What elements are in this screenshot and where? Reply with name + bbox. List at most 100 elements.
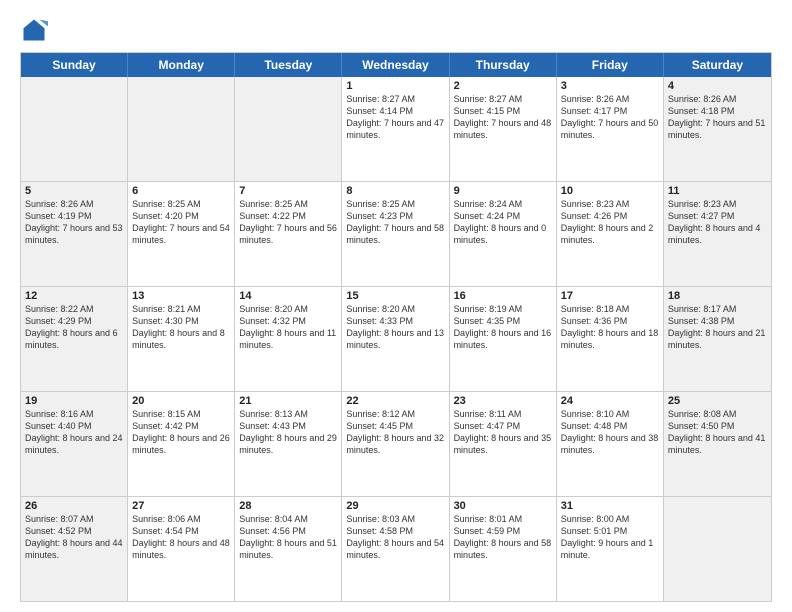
calendar-row-4: 26Sunrise: 8:07 AM Sunset: 4:52 PM Dayli… [21,496,771,601]
calendar-cell: 21Sunrise: 8:13 AM Sunset: 4:43 PM Dayli… [235,392,342,496]
cell-text: Sunrise: 8:01 AM Sunset: 4:59 PM Dayligh… [454,513,552,562]
cell-text: Sunrise: 8:23 AM Sunset: 4:26 PM Dayligh… [561,198,659,247]
cell-date: 11 [668,185,767,197]
calendar-cell: 26Sunrise: 8:07 AM Sunset: 4:52 PM Dayli… [21,497,128,601]
header-day-monday: Monday [128,53,235,77]
calendar-cell: 18Sunrise: 8:17 AM Sunset: 4:38 PM Dayli… [664,287,771,391]
cell-date: 25 [668,395,767,407]
cell-text: Sunrise: 8:21 AM Sunset: 4:30 PM Dayligh… [132,303,230,352]
calendar-cell: 5Sunrise: 8:26 AM Sunset: 4:19 PM Daylig… [21,182,128,286]
calendar-row-3: 19Sunrise: 8:16 AM Sunset: 4:40 PM Dayli… [21,391,771,496]
header-day-saturday: Saturday [664,53,771,77]
cell-text: Sunrise: 8:25 AM Sunset: 4:23 PM Dayligh… [346,198,444,247]
calendar-row-2: 12Sunrise: 8:22 AM Sunset: 4:29 PM Dayli… [21,286,771,391]
header-day-friday: Friday [557,53,664,77]
calendar-header: SundayMondayTuesdayWednesdayThursdayFrid… [21,53,771,77]
cell-text: Sunrise: 8:26 AM Sunset: 4:19 PM Dayligh… [25,198,123,247]
cell-date: 7 [239,185,337,197]
cell-date: 6 [132,185,230,197]
cell-text: Sunrise: 8:25 AM Sunset: 4:20 PM Dayligh… [132,198,230,247]
cell-date: 29 [346,500,444,512]
calendar-cell [21,77,128,181]
cell-text: Sunrise: 8:04 AM Sunset: 4:56 PM Dayligh… [239,513,337,562]
cell-date: 30 [454,500,552,512]
calendar-cell [128,77,235,181]
logo [20,16,52,44]
cell-date: 13 [132,290,230,302]
calendar-cell: 2Sunrise: 8:27 AM Sunset: 4:15 PM Daylig… [450,77,557,181]
calendar-cell: 10Sunrise: 8:23 AM Sunset: 4:26 PM Dayli… [557,182,664,286]
calendar-cell: 22Sunrise: 8:12 AM Sunset: 4:45 PM Dayli… [342,392,449,496]
cell-text: Sunrise: 8:19 AM Sunset: 4:35 PM Dayligh… [454,303,552,352]
calendar-cell: 7Sunrise: 8:25 AM Sunset: 4:22 PM Daylig… [235,182,342,286]
cell-text: Sunrise: 8:20 AM Sunset: 4:32 PM Dayligh… [239,303,337,352]
cell-date: 16 [454,290,552,302]
header-day-wednesday: Wednesday [342,53,449,77]
cell-text: Sunrise: 8:26 AM Sunset: 4:18 PM Dayligh… [668,93,767,142]
header-day-tuesday: Tuesday [235,53,342,77]
cell-text: Sunrise: 8:26 AM Sunset: 4:17 PM Dayligh… [561,93,659,142]
cell-text: Sunrise: 8:13 AM Sunset: 4:43 PM Dayligh… [239,408,337,457]
calendar: SundayMondayTuesdayWednesdayThursdayFrid… [20,52,772,602]
calendar-cell: 15Sunrise: 8:20 AM Sunset: 4:33 PM Dayli… [342,287,449,391]
cell-date: 24 [561,395,659,407]
cell-date: 23 [454,395,552,407]
cell-text: Sunrise: 8:06 AM Sunset: 4:54 PM Dayligh… [132,513,230,562]
cell-date: 2 [454,80,552,92]
cell-text: Sunrise: 8:15 AM Sunset: 4:42 PM Dayligh… [132,408,230,457]
calendar-cell: 16Sunrise: 8:19 AM Sunset: 4:35 PM Dayli… [450,287,557,391]
cell-date: 18 [668,290,767,302]
cell-text: Sunrise: 8:24 AM Sunset: 4:24 PM Dayligh… [454,198,552,247]
cell-text: Sunrise: 8:12 AM Sunset: 4:45 PM Dayligh… [346,408,444,457]
calendar-cell: 11Sunrise: 8:23 AM Sunset: 4:27 PM Dayli… [664,182,771,286]
cell-date: 9 [454,185,552,197]
calendar-cell: 13Sunrise: 8:21 AM Sunset: 4:30 PM Dayli… [128,287,235,391]
cell-date: 27 [132,500,230,512]
calendar-cell: 17Sunrise: 8:18 AM Sunset: 4:36 PM Dayli… [557,287,664,391]
calendar-cell: 31Sunrise: 8:00 AM Sunset: 5:01 PM Dayli… [557,497,664,601]
cell-date: 15 [346,290,444,302]
cell-text: Sunrise: 8:07 AM Sunset: 4:52 PM Dayligh… [25,513,123,562]
cell-text: Sunrise: 8:20 AM Sunset: 4:33 PM Dayligh… [346,303,444,352]
cell-date: 21 [239,395,337,407]
calendar-cell: 20Sunrise: 8:15 AM Sunset: 4:42 PM Dayli… [128,392,235,496]
cell-text: Sunrise: 8:00 AM Sunset: 5:01 PM Dayligh… [561,513,659,562]
header-day-sunday: Sunday [21,53,128,77]
cell-date: 19 [25,395,123,407]
calendar-cell: 9Sunrise: 8:24 AM Sunset: 4:24 PM Daylig… [450,182,557,286]
calendar-cell: 6Sunrise: 8:25 AM Sunset: 4:20 PM Daylig… [128,182,235,286]
cell-text: Sunrise: 8:16 AM Sunset: 4:40 PM Dayligh… [25,408,123,457]
cell-date: 5 [25,185,123,197]
cell-text: Sunrise: 8:25 AM Sunset: 4:22 PM Dayligh… [239,198,337,247]
calendar-cell [235,77,342,181]
cell-date: 1 [346,80,444,92]
calendar-cell: 12Sunrise: 8:22 AM Sunset: 4:29 PM Dayli… [21,287,128,391]
calendar-row-0: 1Sunrise: 8:27 AM Sunset: 4:14 PM Daylig… [21,77,771,181]
cell-text: Sunrise: 8:11 AM Sunset: 4:47 PM Dayligh… [454,408,552,457]
calendar-body: 1Sunrise: 8:27 AM Sunset: 4:14 PM Daylig… [21,77,771,601]
calendar-cell: 8Sunrise: 8:25 AM Sunset: 4:23 PM Daylig… [342,182,449,286]
cell-text: Sunrise: 8:17 AM Sunset: 4:38 PM Dayligh… [668,303,767,352]
cell-text: Sunrise: 8:22 AM Sunset: 4:29 PM Dayligh… [25,303,123,352]
calendar-cell: 3Sunrise: 8:26 AM Sunset: 4:17 PM Daylig… [557,77,664,181]
calendar-cell: 27Sunrise: 8:06 AM Sunset: 4:54 PM Dayli… [128,497,235,601]
calendar-cell: 19Sunrise: 8:16 AM Sunset: 4:40 PM Dayli… [21,392,128,496]
cell-date: 14 [239,290,337,302]
cell-date: 20 [132,395,230,407]
cell-date: 26 [25,500,123,512]
cell-date: 10 [561,185,659,197]
page: SundayMondayTuesdayWednesdayThursdayFrid… [0,0,792,612]
cell-text: Sunrise: 8:27 AM Sunset: 4:14 PM Dayligh… [346,93,444,142]
cell-date: 3 [561,80,659,92]
cell-text: Sunrise: 8:23 AM Sunset: 4:27 PM Dayligh… [668,198,767,247]
cell-date: 28 [239,500,337,512]
calendar-cell: 23Sunrise: 8:11 AM Sunset: 4:47 PM Dayli… [450,392,557,496]
cell-text: Sunrise: 8:08 AM Sunset: 4:50 PM Dayligh… [668,408,767,457]
cell-text: Sunrise: 8:10 AM Sunset: 4:48 PM Dayligh… [561,408,659,457]
cell-date: 31 [561,500,659,512]
cell-date: 8 [346,185,444,197]
cell-text: Sunrise: 8:03 AM Sunset: 4:58 PM Dayligh… [346,513,444,562]
cell-date: 4 [668,80,767,92]
calendar-cell: 14Sunrise: 8:20 AM Sunset: 4:32 PM Dayli… [235,287,342,391]
header-day-thursday: Thursday [450,53,557,77]
